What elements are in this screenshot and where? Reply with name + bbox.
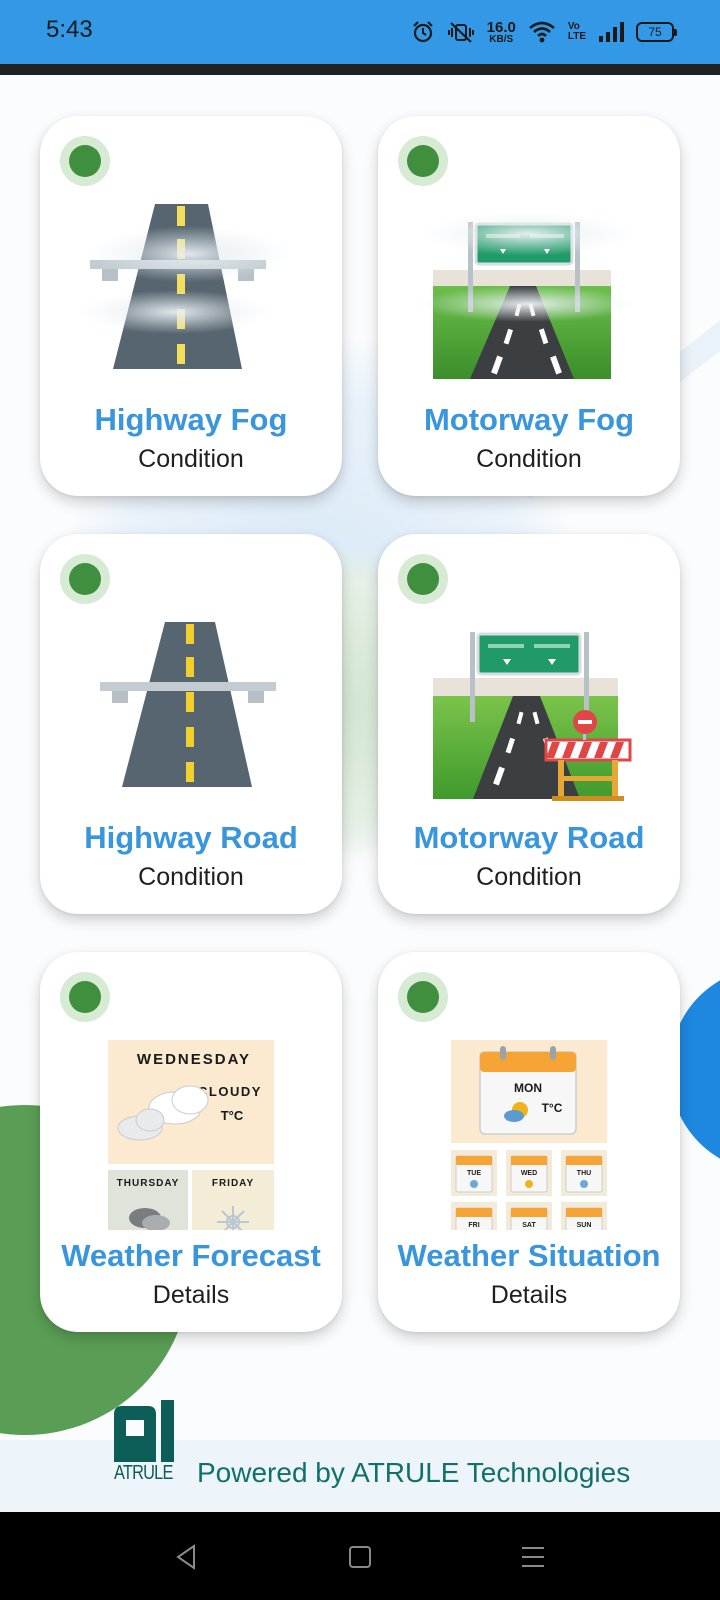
motorway-road-icon [433, 632, 632, 801]
mini-calendar-day: SAT [522, 1222, 536, 1229]
status-icons: 16.0 KB/S Vo LTE 75 [411, 14, 677, 50]
atrule-logo [114, 1400, 174, 1462]
mini-calendar-day: FRI [468, 1222, 479, 1229]
card-subtitle: Condition [476, 863, 582, 891]
card-weather-situation[interactable]: MON T°C TUE WED THU FRI SAT SUN Weather Situa… [378, 952, 680, 1332]
net-speed-unit: KB/S [489, 33, 514, 45]
card-title: Motorway Road [413, 820, 645, 855]
card-title: Weather Forecast [61, 1238, 321, 1273]
battery-icon: 75 [636, 22, 677, 42]
weather-situation-icon: MON T°C TUE WED THU FRI SAT SUN [451, 1040, 607, 1230]
status-dot-ring [398, 136, 448, 186]
forecast-day2: THURSDAY [117, 1178, 180, 1189]
status-dot-ring [60, 554, 110, 604]
status-dot-ring [60, 136, 110, 186]
card-subtitle: Condition [138, 445, 244, 473]
mini-calendar: SAT [506, 1202, 552, 1230]
card-subtitle: Condition [476, 445, 582, 473]
volte-bottom: LTE [567, 31, 586, 42]
navigation-bar [0, 1512, 720, 1600]
back-icon[interactable] [172, 1542, 202, 1572]
mini-calendar: WED [506, 1150, 552, 1196]
card-title: Motorway Fog [423, 402, 635, 437]
status-time: 5:43 [46, 16, 93, 43]
highway-fog-icon [80, 204, 290, 369]
card-title: Weather Situation [397, 1238, 661, 1273]
net-speed: 16.0 KB/S [487, 20, 516, 45]
status-dot [407, 563, 439, 595]
signal-icon [599, 22, 624, 42]
mini-calendar-day: WED [521, 1170, 537, 1177]
status-dot-ring [60, 972, 110, 1022]
mini-calendar-day: TUE [467, 1170, 481, 1177]
powered-by-text: Powered by ATRULE Technologies [197, 1457, 631, 1488]
highway-road-icon [100, 622, 276, 787]
mini-calendar-day: SUN [577, 1222, 592, 1229]
forecast-day: WEDNESDAY [137, 1051, 251, 1068]
card-subtitle: Details [490, 1281, 568, 1309]
mini-calendar: FRI [451, 1202, 497, 1230]
volte-indicator: Vo LTE [568, 22, 586, 42]
card-motorway-road[interactable]: Motorway Road Condition [378, 534, 680, 914]
motorway-fog-icon [418, 212, 638, 379]
status-dot [407, 145, 439, 177]
situation-main-day: MON [514, 1081, 542, 1095]
status-dot [69, 145, 101, 177]
mini-calendar-day: THU [577, 1170, 591, 1177]
card-subtitle: Details [152, 1281, 230, 1309]
home-icon[interactable] [345, 1542, 375, 1572]
card-motorway-fog[interactable]: Motorway Fog Condition [378, 116, 680, 496]
status-dot [69, 563, 101, 595]
forecast-day3: FRIDAY [212, 1178, 254, 1189]
card-title: Highway Road [84, 820, 298, 855]
situation-temp: T°C [542, 1101, 563, 1115]
mini-calendar: THU [561, 1150, 607, 1196]
status-dot [69, 981, 101, 1013]
recents-icon[interactable] [518, 1542, 548, 1572]
status-dot-ring [398, 972, 448, 1022]
status-dot-ring [398, 554, 448, 604]
card-highway-road[interactable]: Highway Road Condition [40, 534, 342, 914]
wifi-icon [529, 21, 555, 43]
header-strip [0, 64, 720, 75]
mini-calendar: SUN [561, 1202, 607, 1230]
app-screen: 5:43 16.0 KB/S Vo LTE 75 Highway Fog Con… [0, 0, 720, 1600]
mini-calendar: TUE [451, 1150, 497, 1196]
alarm-icon [412, 21, 433, 43]
card-title: Highway Fog [94, 402, 288, 437]
status-dot [407, 981, 439, 1013]
forecast-temp: T°C [221, 1108, 244, 1123]
status-bar: 5:43 16.0 KB/S Vo LTE 75 [0, 0, 720, 64]
card-highway-fog[interactable]: Highway Fog Condition [40, 116, 342, 496]
vibrate-icon [447, 22, 474, 43]
net-speed-value: 16.0 [486, 18, 516, 36]
logo-wordmark: ATRULE [114, 1462, 173, 1484]
card-subtitle: Condition [138, 863, 244, 891]
weather-forecast-icon: WEDNESDAY CLOUDY T°C THURSDAY FRIDAY [108, 1040, 274, 1230]
card-weather-forecast[interactable]: WEDNESDAY CLOUDY T°C THURSDAY FRIDAY Wea… [40, 952, 342, 1332]
